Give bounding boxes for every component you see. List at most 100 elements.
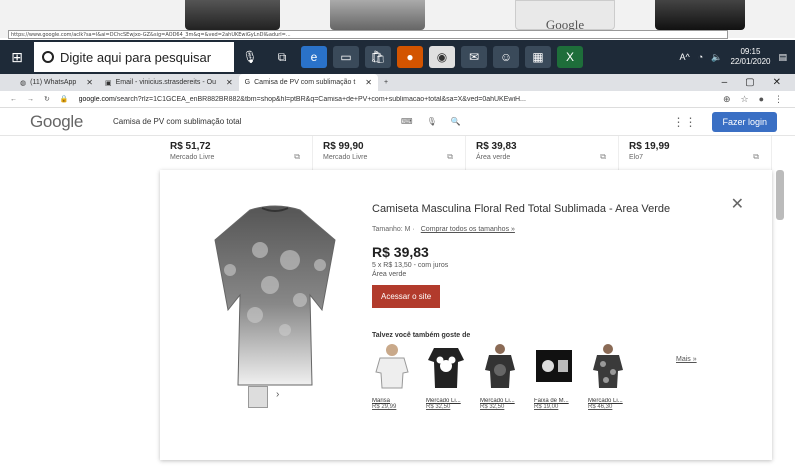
new-tab-button[interactable]: +: [378, 74, 394, 91]
rec-image-floral-shirt: [593, 344, 623, 388]
recommendation-item[interactable]: Mercado Li... R$ 32,50: [480, 342, 524, 410]
installments-text: 5 x R$ 13,50 - com juros: [372, 262, 449, 269]
network-icon[interactable]: ◔: [698, 52, 703, 62]
login-button[interactable]: Fazer login: [712, 111, 777, 132]
recommendation-item[interactable]: Mercado Li... R$ 32,50: [426, 342, 470, 410]
taskbar-search[interactable]: Digite aqui para pesquisar: [34, 42, 234, 72]
external-link-icon[interactable]: ⧉: [294, 152, 300, 162]
thumbnail-black-shirt[interactable]: [655, 0, 745, 30]
volume-icon[interactable]: 🔈: [711, 52, 722, 63]
task-view-icon[interactable]: ⧉: [269, 46, 295, 68]
recommendation-item[interactable]: Marisa R$ 29,99: [372, 342, 416, 410]
status-url: https://www.google.com/aclk?sa=l&ai=DChc…: [8, 30, 728, 39]
edge-icon[interactable]: e: [301, 46, 327, 68]
price-card[interactable]: R$ 99,90 Mercado Livre ⧉: [313, 136, 466, 170]
price-strip: R$ 51,72 Mercado Livre ⧉ R$ 99,90 Mercad…: [160, 136, 772, 170]
outlook-icon: ▣: [104, 79, 112, 87]
profile-icon[interactable]: ●: [759, 94, 764, 105]
star-icon[interactable]: ☆: [740, 94, 748, 105]
tab-email[interactable]: ▣ Email - vinicius.strasdereits - Ou ✕: [99, 74, 239, 91]
extension-icon[interactable]: ⊕: [723, 94, 731, 105]
price-value: R$ 39,83: [476, 141, 517, 152]
people-icon[interactable]: ☺: [493, 46, 519, 68]
price-card[interactable]: R$ 19,99 Elo7 ⧉: [619, 136, 772, 170]
rec-price: R$ 32,50: [480, 404, 505, 410]
url-path: /search?rlz=1C1GCEA_enBR882BR882&tbm=sho…: [114, 95, 526, 103]
price-card[interactable]: R$ 39,83 Área verde ⧉: [466, 136, 619, 170]
clock-date: 22/01/2020: [730, 57, 771, 66]
close-tab-icon[interactable]: ✕: [86, 78, 93, 87]
firefox-icon[interactable]: ●: [397, 46, 423, 68]
installments-info: 5 x R$ 13,50 - com juros Área verde: [372, 261, 448, 279]
menu-icon[interactable]: ⋮: [774, 94, 783, 105]
tab-google-shopping[interactable]: G Camisa de PV com sublimação t ✕: [238, 74, 378, 91]
compare-sizes-link[interactable]: Comprar todos os tamanhos »: [421, 226, 515, 233]
external-link-icon[interactable]: ⧉: [600, 152, 606, 162]
rec-price: R$ 32,50: [426, 404, 451, 410]
more-link[interactable]: Mais »: [676, 356, 697, 363]
whatsapp-icon: ◍: [20, 79, 27, 87]
visit-site-button[interactable]: Acessar o site: [372, 285, 441, 308]
rec-image-white-shirt: [375, 344, 409, 389]
recommendation-item[interactable]: Mercado Li... R$ 46,30: [588, 342, 632, 410]
close-tab-icon[interactable]: ✕: [365, 78, 372, 87]
google-logo[interactable]: Google: [30, 112, 83, 132]
external-link-icon[interactable]: ⧉: [753, 152, 759, 162]
mic-search-icon[interactable]: 🎙: [427, 117, 437, 126]
external-link-icon[interactable]: ⧉: [447, 152, 453, 162]
chevron-right-icon[interactable]: ›: [276, 389, 279, 400]
recommendations: Marisa R$ 29,99 Mercado Li... R$ 32,50 M…: [372, 342, 632, 410]
store-icon[interactable]: 🛍: [365, 46, 391, 68]
price-value: R$ 99,90: [323, 141, 364, 152]
maximize-icon[interactable]: ▢: [745, 77, 754, 88]
windows-taskbar: ⊞ Digite aqui para pesquisar 🎙 ⧉ e ▭ 🛍 ●…: [0, 40, 795, 74]
calculator-icon[interactable]: ▦: [525, 46, 551, 68]
notifications-icon[interactable]: ▤: [778, 52, 787, 63]
close-icon[interactable]: ✕: [731, 194, 744, 214]
price-value: R$ 51,72: [170, 141, 211, 152]
price-card[interactable]: R$ 51,72 Mercado Livre ⧉: [160, 136, 313, 170]
browser-tabs: ◍ (11) WhatsApp ✕ ▣ Email - vinicius.str…: [0, 74, 795, 91]
recommendation-item[interactable]: Faixa de M... R$ 19,00: [534, 342, 578, 410]
close-tab-icon[interactable]: ✕: [226, 78, 233, 87]
thumbnail-gray-shirt[interactable]: [330, 0, 425, 30]
windows-start-icon[interactable]: ⊞: [0, 40, 34, 74]
mail-icon[interactable]: ✉: [461, 46, 487, 68]
lock-icon: 🔒: [59, 96, 69, 103]
page-scrollbar[interactable]: [776, 170, 784, 220]
rec-price: R$ 46,30: [588, 404, 613, 410]
mic-icon[interactable]: 🎙: [237, 46, 263, 68]
url-field[interactable]: google.com/search?rlz=1C1GCEA_enBR882BR8…: [79, 96, 713, 103]
size-info: Tamanho: M · Comprar todos os tamanhos »: [372, 226, 515, 233]
tray-user-icon[interactable]: A^: [680, 52, 690, 62]
close-window-icon[interactable]: ✕: [773, 77, 781, 88]
search-icon[interactable]: 🔍: [451, 117, 461, 126]
apps-grid-icon[interactable]: ⋮⋮: [672, 115, 696, 129]
system-tray: A^ ◔ 🔈 09:15 22/01/2020 ▤: [680, 47, 795, 67]
product-detail-panel: › Camiseta Masculina Floral Red Total Su…: [160, 170, 772, 460]
minimize-icon[interactable]: –: [722, 77, 728, 88]
google-icon: G: [244, 79, 251, 86]
excel-icon[interactable]: X: [557, 46, 583, 68]
price-store: Mercado Livre: [323, 154, 368, 161]
forward-icon[interactable]: →: [27, 96, 34, 103]
clock[interactable]: 09:15 22/01/2020: [730, 47, 770, 67]
rec-image-dark-shirt: [485, 344, 515, 388]
price-store: Área verde: [476, 154, 511, 161]
tab-label: (11) WhatsApp: [30, 79, 77, 86]
rec-price: R$ 19,00: [534, 404, 559, 410]
also-like-heading: Talvez você também goste de: [372, 332, 471, 339]
image-thumbnail[interactable]: [248, 386, 268, 408]
tab-whatsapp[interactable]: ◍ (11) WhatsApp ✕: [14, 74, 99, 91]
back-icon[interactable]: ←: [10, 96, 17, 103]
chrome-icon[interactable]: ◉: [429, 46, 455, 68]
size-label: Tamanho: M ·: [372, 226, 415, 233]
file-explorer-icon[interactable]: ▭: [333, 46, 359, 68]
search-input[interactable]: Camisa de PV com sublimação total: [113, 117, 383, 126]
thumbnail-dark-shirt[interactable]: [185, 0, 280, 30]
reload-icon[interactable]: ↻: [44, 95, 50, 103]
keyboard-icon[interactable]: ⌨: [401, 117, 413, 126]
thumbnail-google-shirt[interactable]: Google: [515, 0, 615, 32]
product-title: Camiseta Masculina Floral Red Total Subl…: [372, 203, 671, 215]
seller-name: Área verde: [372, 271, 407, 278]
